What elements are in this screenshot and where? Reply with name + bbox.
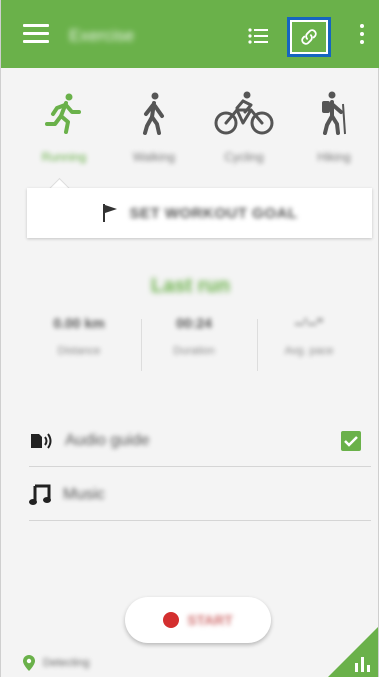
stat-distance: 0.00 km Distance — [29, 315, 129, 357]
list-icon[interactable] — [247, 26, 273, 46]
set-workout-goal-button[interactable]: SET WORKOUT GOAL — [27, 188, 372, 238]
menu-icon[interactable] — [23, 24, 49, 44]
stat-value: 0.00 km — [53, 315, 105, 331]
activity-walking[interactable]: Walking — [119, 90, 189, 182]
stat-value: 00:24 — [176, 315, 212, 331]
goal-label: SET WORKOUT GOAL — [129, 204, 298, 222]
activity-label: Cycling — [224, 150, 264, 164]
music-row[interactable]: Music — [29, 469, 371, 521]
activity-cycling[interactable]: Cycling — [209, 90, 279, 182]
gps-status-label: Detecting — [43, 657, 90, 669]
last-run-stats: 0.00 km Distance 00:24 Duration --'--" A… — [29, 315, 359, 375]
flag-icon — [102, 204, 117, 222]
running-icon — [45, 93, 81, 134]
record-dot-icon — [163, 612, 180, 628]
divider — [257, 319, 258, 371]
page-title: Exercise — [69, 26, 135, 45]
hiking-icon — [322, 91, 346, 135]
stat-duration: 00:24 Duration — [144, 315, 244, 357]
audio-guide-checkbox[interactable] — [341, 431, 361, 451]
check-icon — [344, 436, 358, 447]
activity-running[interactable]: Running — [29, 90, 99, 182]
music-note-icon — [29, 484, 51, 505]
start-button[interactable]: START — [125, 597, 271, 643]
activity-selector: Running Walking Cycling Hiking — [21, 90, 366, 190]
divider — [29, 466, 371, 467]
audio-guide-row[interactable]: Audio guide — [29, 415, 371, 467]
audio-guide-icon — [31, 433, 52, 449]
music-label: Music — [63, 486, 105, 503]
walking-icon — [143, 92, 164, 135]
location-pin-icon — [23, 655, 35, 671]
divider — [141, 319, 142, 371]
activity-label: Walking — [132, 150, 176, 164]
stat-label: Avg. pace — [284, 345, 334, 357]
divider — [29, 520, 371, 521]
start-label: START — [187, 612, 233, 628]
app-frame: Exercise Running Walking Cycling Hiking … — [0, 0, 379, 677]
bar-chart-icon[interactable] — [353, 655, 373, 673]
link-icon — [301, 29, 317, 45]
last-run-heading: Last run — [151, 275, 230, 297]
stat-pace: --'--" Avg. pace — [259, 315, 359, 357]
more-vert-icon[interactable] — [357, 24, 367, 48]
activity-label: Hiking — [317, 150, 351, 164]
activity-hiking[interactable]: Hiking — [299, 90, 369, 182]
stat-label: Distance — [57, 345, 101, 357]
app-bar: Exercise — [1, 0, 379, 68]
stat-label: Duration — [173, 345, 215, 357]
gps-status: Detecting — [23, 655, 89, 671]
activity-label: Running — [41, 150, 87, 164]
link-button[interactable] — [287, 17, 331, 57]
cycling-icon — [214, 91, 274, 135]
audio-guide-label: Audio guide — [65, 432, 150, 449]
stat-value: --'--" — [294, 315, 324, 331]
